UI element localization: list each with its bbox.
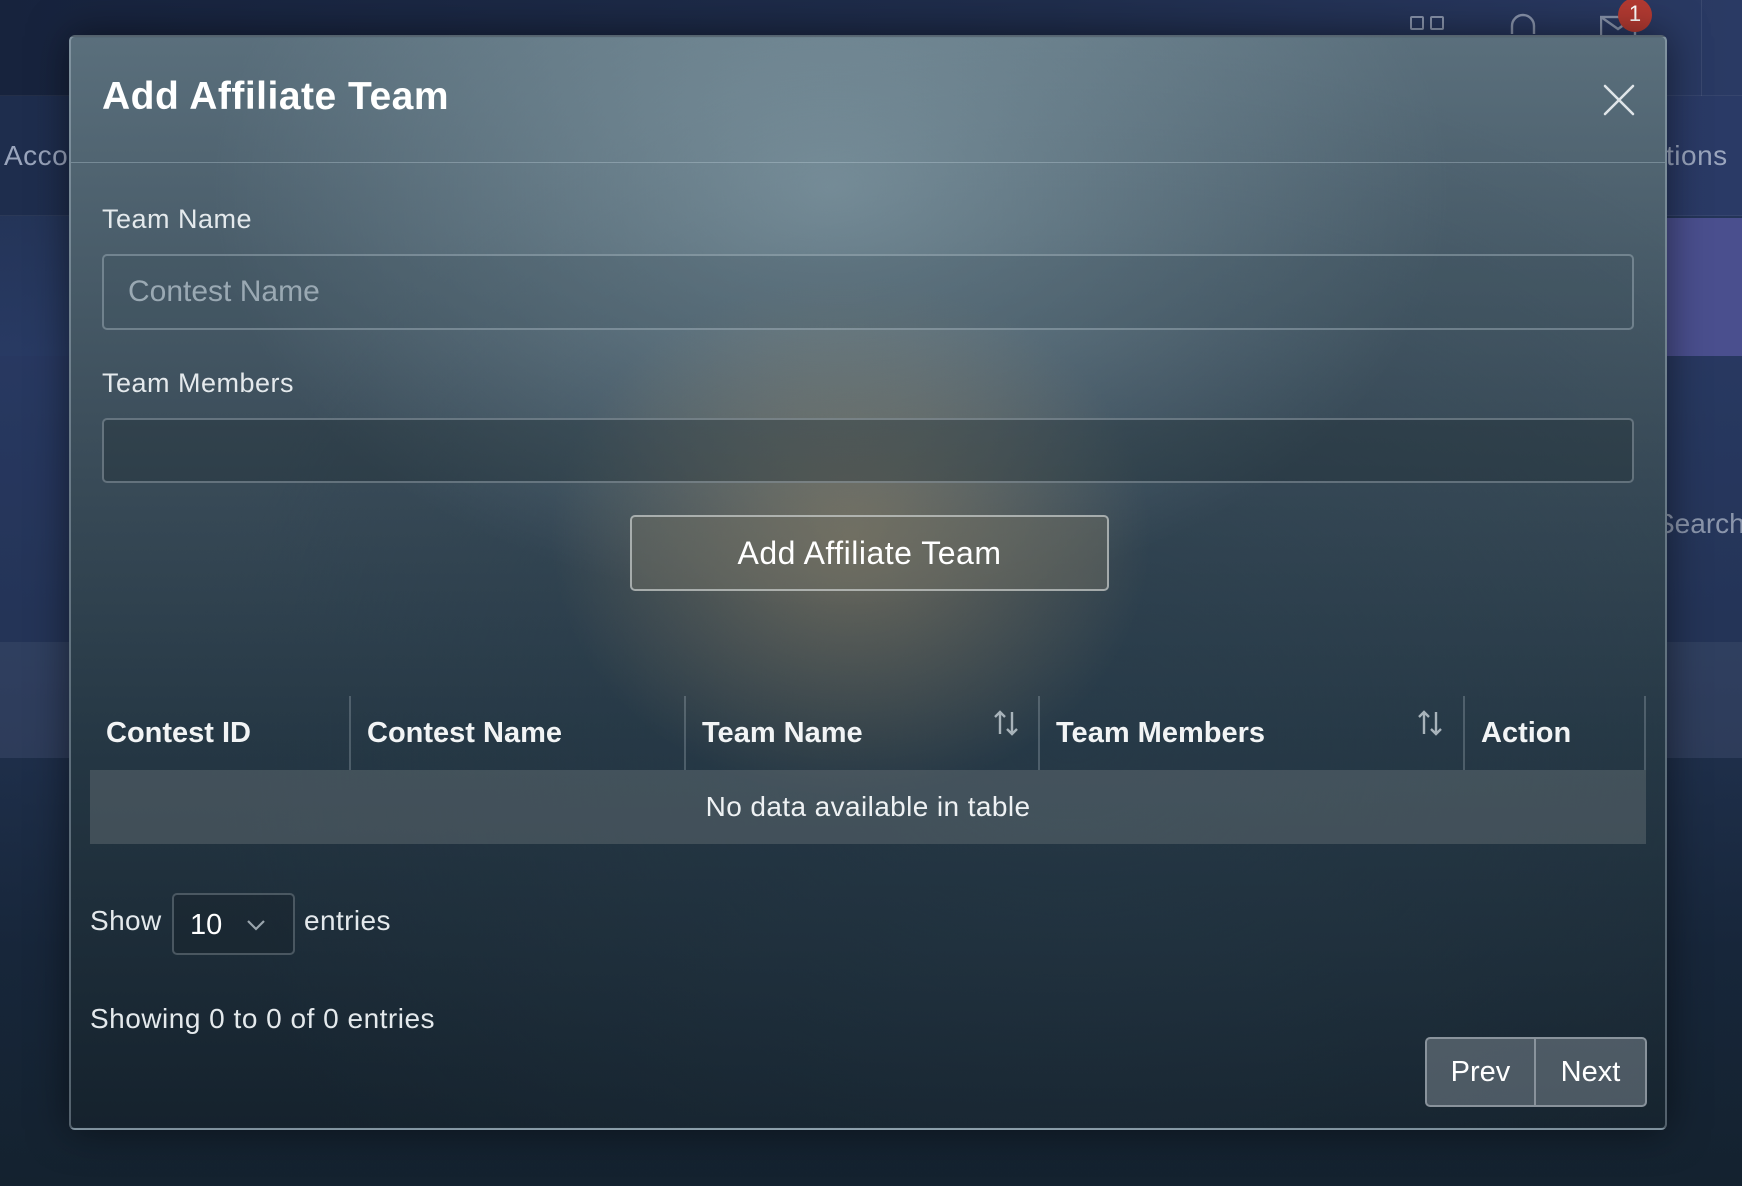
team-name-label: Team Name [102,204,253,234]
background-nav-item: tions [1666,140,1728,171]
background-divider [1701,0,1702,96]
team-name-input[interactable] [102,254,1634,330]
bell-icon[interactable] [1508,12,1538,36]
background-nav-item: Acco [4,140,69,171]
table-empty-row: No data available in table [90,770,1646,844]
modal-header: Add Affiliate Team [71,37,1665,163]
sort-icon[interactable] [992,708,1020,738]
column-header-label: Contest Name [367,717,562,749]
column-header-team-name[interactable]: Team Name [686,696,1040,770]
add-affiliate-team-button[interactable]: Add Affiliate Team [630,515,1109,591]
background-active-band [1660,218,1742,356]
next-page-button[interactable]: Next [1535,1037,1647,1107]
pagination: Prev Next [1425,1037,1647,1107]
prev-page-button[interactable]: Prev [1425,1037,1535,1107]
team-members-label: Team Members [102,368,295,398]
column-header-label: Action [1481,717,1572,749]
apps-grid-icon[interactable] [1410,16,1444,34]
entries-label: entries [304,905,391,936]
entries-selected-value: 10 [190,909,223,941]
table-header: Contest ID Contest Name Team Name Team M… [90,696,1646,770]
column-header-contest-name[interactable]: Contest Name [351,696,686,770]
affiliate-teams-table: Contest ID Contest Name Team Name Team M… [90,696,1646,844]
column-header-label: Team Members [1056,717,1265,749]
column-header-label: Contest ID [106,717,251,749]
add-affiliate-team-modal: Add Affiliate Team Team Name Team Member… [69,35,1667,1130]
chevron-down-icon [247,920,265,931]
column-header-action: Action [1465,696,1646,770]
entries-per-page-select[interactable]: 10 [172,893,295,955]
empty-table-message: No data available in table [705,791,1031,822]
column-header-team-members[interactable]: Team Members [1040,696,1465,770]
close-icon[interactable] [1601,82,1637,118]
column-header-label: Team Name [702,717,863,749]
background-search-label: Search [1656,508,1742,539]
modal-title: Add Affiliate Team [102,75,450,118]
show-label: Show [90,905,162,936]
sort-icon[interactable] [1416,708,1444,738]
table-info: Showing 0 to 0 of 0 entries [90,1003,436,1034]
column-header-contest-id[interactable]: Contest ID [90,696,351,770]
team-members-input[interactable] [102,418,1634,483]
